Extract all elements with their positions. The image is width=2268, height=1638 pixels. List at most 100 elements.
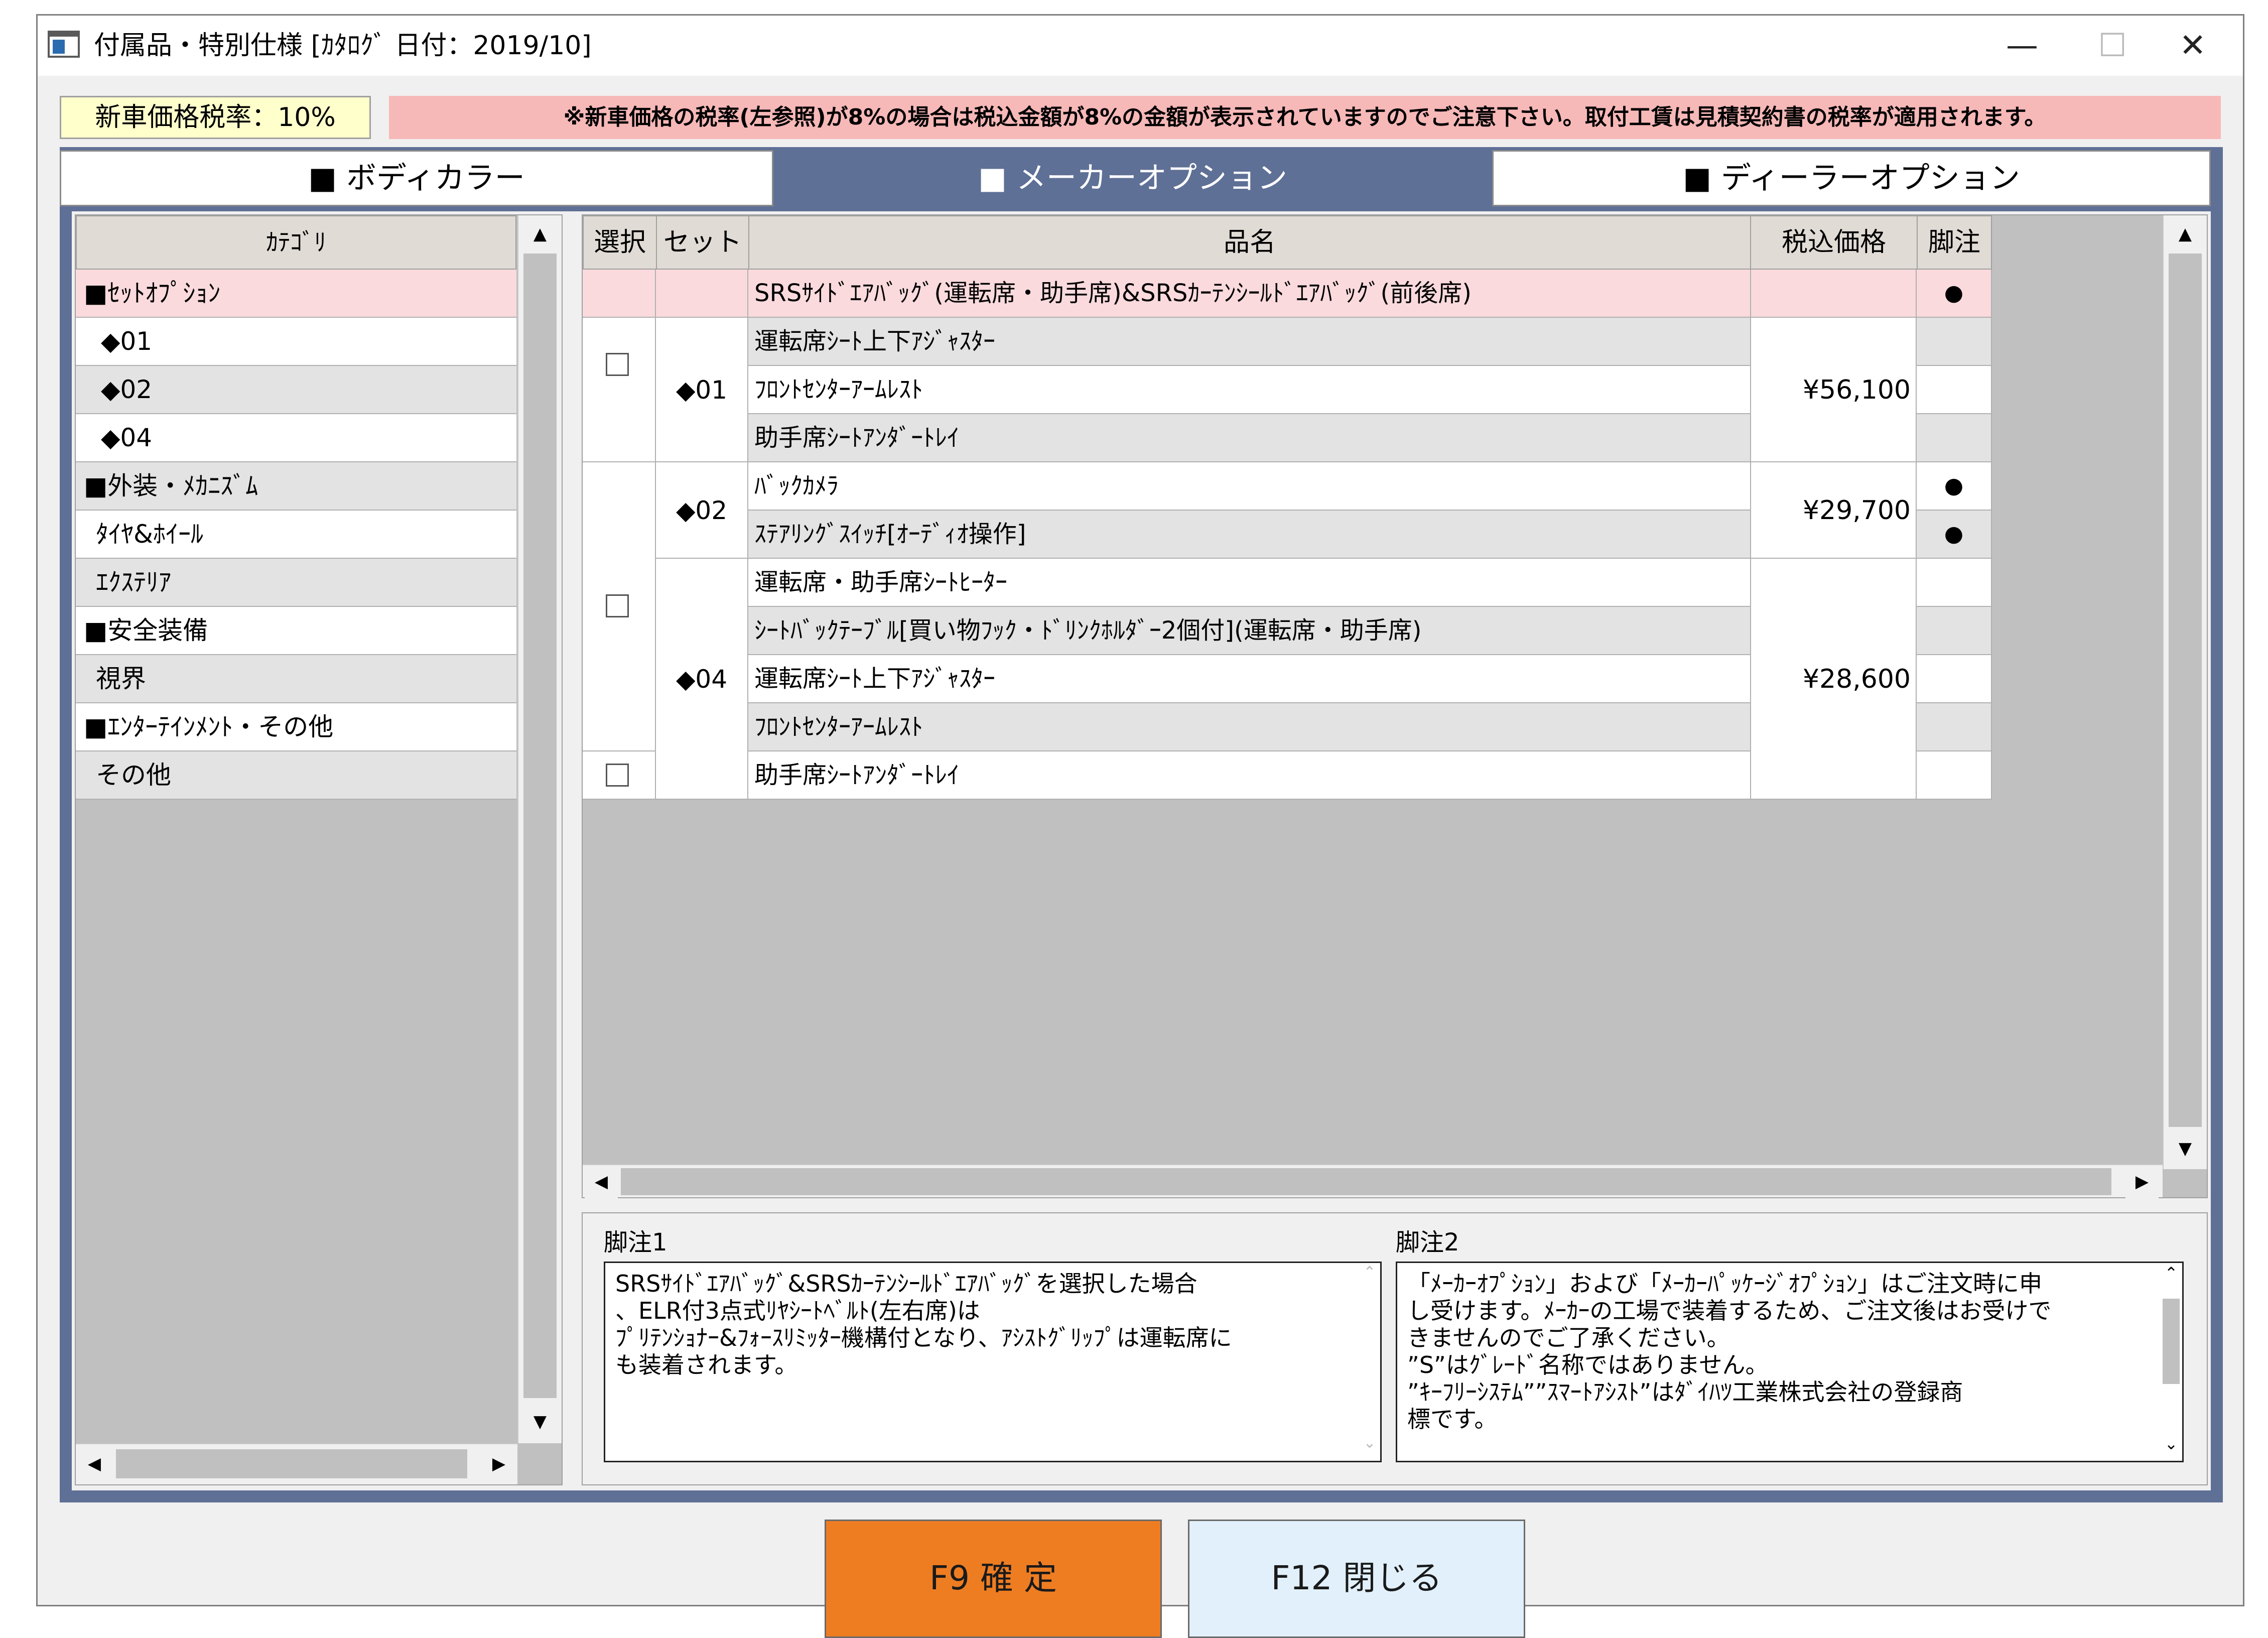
price-cell: ¥29,700 — [1751, 462, 1917, 559]
tax-notice: ※新車価格の税率(左参照)が8%の場合は税込金額が8%の金額が表示されていますの… — [389, 96, 2221, 139]
close-window-button[interactable]: ✕ — [2143, 16, 2243, 76]
set-label-text: ◆02 — [676, 496, 728, 525]
option-name[interactable]: 助手席ｼｰﾄｱﾝﾀﾞｰﾄﾚｲ — [748, 414, 1751, 462]
category-list: ｶﾃｺﾞﾘ ■ｾｯﾄｵﾌﾟｼｮﾝ ◆01 ◆02 ◆04 ■外装・ﾒｶﾆｽﾞﾑ ﾀｲﾔ&ﾎ… — [75, 214, 563, 1485]
select-cell — [583, 462, 656, 751]
footnote-mark: ● — [1917, 462, 1992, 511]
column-header-name: 品名 — [748, 215, 1751, 270]
footnote-mark — [1917, 655, 1992, 703]
tab-content: ｶﾃｺﾞﾘ ■ｾｯﾄｵﾌﾟｼｮﾝ ◆01 ◆02 ◆04 ■外装・ﾒｶﾆｽﾞﾑ ﾀｲﾔ&ﾎ… — [72, 211, 2211, 1490]
category-header: ｶﾃｺﾞﾘ — [76, 215, 516, 270]
price-value: ¥29,700 — [1802, 495, 1911, 526]
scroll-thumb[interactable] — [116, 1449, 467, 1478]
footnote-mark — [1917, 607, 1992, 655]
category-item[interactable]: ◆01 — [76, 318, 516, 366]
option-name[interactable]: ﾊﾞｯｸｶﾒﾗ — [748, 462, 1751, 511]
column-header-note: 脚注 — [1917, 215, 1992, 270]
option-name[interactable]: 運転席・助手席ｼｰﾄﾋｰﾀｰ — [748, 559, 1751, 607]
option-checkbox[interactable] — [606, 764, 629, 787]
scroll-up-icon[interactable]: ▲ — [523, 217, 557, 250]
option-name[interactable]: ｽﾃｱﾘﾝｸﾞｽｲｯﾁ[ｵｰﾃﾞｨｵ操作] — [748, 511, 1751, 559]
category-item[interactable]: その他 — [76, 751, 516, 800]
footnote-mark: ● — [1917, 270, 1992, 318]
option-name[interactable]: 運転席ｼｰﾄ上下ｱｼﾞｬｽﾀｰ — [748, 655, 1751, 703]
scroll-thumb[interactable] — [2163, 1299, 2180, 1384]
option-name[interactable]: SRSｻｲﾄﾞｴｱﾊﾞｯｸﾞ(運転席・助手席)&SRSｶｰﾃﾝｼｰﾙﾄﾞｴｱﾊﾞ… — [748, 270, 1751, 318]
set-label-text: ◆01 — [676, 375, 728, 405]
tab-body-color[interactable]: ■ ボディカラー — [60, 150, 773, 206]
scroll-left-icon[interactable]: ◀ — [585, 1165, 618, 1198]
grid-horizontal-scrollbar[interactable]: ◀ ▶ — [583, 1164, 2163, 1198]
price-cell: ¥28,600 — [1751, 559, 1917, 800]
footnote2-scrollbar[interactable]: ⌃ ⌄ — [2161, 1264, 2182, 1459]
footnote-mark — [1917, 318, 1992, 366]
scroll-thumb[interactable] — [523, 254, 557, 1398]
select-cell — [583, 751, 656, 800]
category-item[interactable]: ﾀｲﾔ&ﾎｲｰﾙ — [76, 511, 516, 559]
minimize-button[interactable]: — — [1972, 16, 2072, 76]
footnote-mark — [1917, 703, 1992, 751]
category-item[interactable]: ｴｸｽﾃﾘｱ — [76, 559, 516, 607]
scroll-down-icon[interactable]: ⌄ — [1362, 1434, 1378, 1454]
tab-dealer-option[interactable]: ■ ディーラーオプション — [1492, 150, 2211, 206]
set-label-text: ◆04 — [676, 665, 728, 694]
title-bar: 付属品・特別仕様 [ｶﾀﾛｸﾞ 日付：2019/10] — ☐ ✕ — [38, 16, 2243, 76]
option-name[interactable]: 助手席ｼｰﾄｱﾝﾀﾞｰﾄﾚｲ — [748, 751, 1751, 800]
category-horizontal-scrollbar[interactable]: ◀ ▶ — [76, 1443, 517, 1484]
footnote1-text[interactable]: SRSｻｲﾄﾞｴｱﾊﾞｯｸﾞ&SRSｶｰﾃﾝｼｰﾙﾄﾞｴｱﾊﾞｯｸﾞを選択した場… — [604, 1262, 1382, 1462]
category-item[interactable]: ■外装・ﾒｶﾆｽﾞﾑ — [76, 462, 516, 511]
select-cell — [583, 318, 656, 462]
price-cell: ¥56,100 — [1751, 318, 1917, 462]
column-header-set: セット — [656, 215, 749, 270]
category-item[interactable]: ■ｾｯﾄｵﾌﾟｼｮﾝ — [76, 270, 516, 318]
tab-frame: ■ ボディカラー ■ メーカーオプション ■ ディーラーオプション ｶﾃｺﾞﾘ … — [60, 147, 2223, 1502]
footnote1-scrollbar[interactable]: ⌃ ⌄ — [1360, 1264, 1380, 1459]
tab-maker-option[interactable]: ■ メーカーオプション — [773, 150, 1492, 206]
grid-vertical-scrollbar[interactable]: ▲ ▼ — [2163, 215, 2207, 1169]
footnote-mark — [1917, 414, 1992, 462]
price-cell — [1751, 270, 1917, 318]
scroll-down-icon[interactable]: ⌄ — [2163, 1434, 2180, 1454]
scroll-up-icon[interactable]: ⌃ — [2163, 1264, 2180, 1284]
scroll-thumb[interactable] — [621, 1168, 2111, 1195]
select-cell — [583, 270, 656, 318]
option-name[interactable]: ﾌﾛﾝﾄｾﾝﾀｰｱｰﾑﾚｽﾄ — [748, 703, 1751, 751]
app-window-icon — [48, 31, 80, 58]
option-name[interactable]: ｼｰﾄﾊﾞｯｸﾃｰﾌﾞﾙ[買い物ﾌｯｸ・ﾄﾞﾘﾝｸﾎﾙﾀﾞｰ2個付](運転席・助… — [748, 607, 1751, 655]
scroll-thumb[interactable] — [2169, 254, 2202, 1127]
set-cell — [656, 270, 748, 318]
footnote-mark — [1917, 751, 1992, 800]
window-title: 付属品・特別仕様 [ｶﾀﾛｸﾞ 日付：2019/10] — [94, 31, 592, 61]
scroll-right-icon[interactable]: ▶ — [2125, 1165, 2159, 1198]
option-checkbox[interactable] — [606, 353, 629, 376]
app-window: 付属品・特別仕様 [ｶﾀﾛｸﾞ 日付：2019/10] — ☐ ✕ 新車価格税率… — [36, 14, 2244, 1638]
category-item[interactable]: ■ｴﾝﾀｰﾃｲﾝﾒﾝﾄ・その他 — [76, 703, 516, 751]
option-name[interactable]: ﾌﾛﾝﾄｾﾝﾀｰｱｰﾑﾚｽﾄ — [748, 366, 1751, 414]
scroll-left-icon[interactable]: ◀ — [78, 1447, 111, 1480]
footnote2-label: 脚注2 — [1396, 1228, 1459, 1256]
footnote-mark — [1917, 559, 1992, 607]
option-name[interactable]: 運転席ｼｰﾄ上下ｱｼﾞｬｽﾀｰ — [748, 318, 1751, 366]
set-label: ◆02 — [656, 462, 748, 559]
scroll-down-icon[interactable]: ▼ — [523, 1405, 557, 1438]
category-item[interactable]: ◆04 — [76, 414, 516, 462]
footnote-mark: ● — [1917, 511, 1992, 559]
column-header-price: 税込価格 — [1750, 215, 1918, 270]
scroll-down-icon[interactable]: ▼ — [2169, 1132, 2202, 1165]
footnote2-text[interactable]: 「ﾒｰｶｰｵﾌﾟｼｮﾝ」および「ﾒｰｶｰﾊﾟｯｹｰｼﾞｵﾌﾟｼｮﾝ」はご注文時に… — [1396, 1262, 2184, 1462]
price-value: ¥56,100 — [1802, 375, 1911, 405]
footnote-panel: 脚注1 SRSｻｲﾄﾞｴｱﾊﾞｯｸﾞ&SRSｶｰﾃﾝｼｰﾙﾄﾞｴｱﾊﾞｯｸﾞを選… — [582, 1212, 2208, 1485]
category-vertical-scrollbar[interactable]: ▲ ▼ — [517, 215, 562, 1443]
scroll-up-icon[interactable]: ▲ — [2169, 217, 2202, 250]
tax-rate-label: 新車価格税率：10% — [60, 96, 371, 139]
footnote-mark — [1917, 366, 1992, 414]
option-checkbox[interactable] — [606, 594, 629, 617]
set-label: ◆01 — [656, 318, 748, 462]
scroll-right-icon[interactable]: ▶ — [482, 1447, 515, 1480]
scroll-up-icon[interactable]: ⌃ — [1362, 1264, 1378, 1284]
category-item[interactable]: ◆02 — [76, 366, 516, 414]
category-item[interactable]: ■安全装備 — [76, 607, 516, 655]
column-header-select: 選択 — [583, 215, 657, 270]
price-value: ¥28,600 — [1802, 664, 1911, 694]
category-item[interactable]: 視界 — [76, 655, 516, 703]
